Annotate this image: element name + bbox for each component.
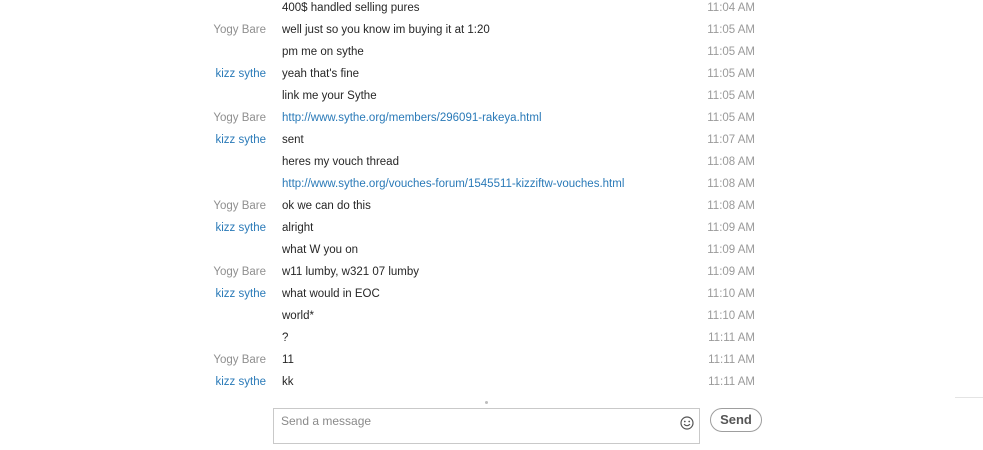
message-text: sent: [282, 134, 304, 146]
message-timestamp: 11:05 AM: [707, 112, 755, 124]
message-link[interactable]: http://www.sythe.org/members/296091-rake…: [282, 111, 542, 125]
sender-name[interactable]: kizz sythe: [216, 375, 267, 389]
message-text: pm me on sythe: [282, 46, 364, 58]
send-button[interactable]: Send: [710, 408, 762, 432]
sender-name[interactable]: Yogy Bare: [213, 23, 266, 37]
message-row: http://www.sythe.org/vouches-forum/15455…: [0, 177, 983, 199]
message-timestamp: 11:08 AM: [707, 156, 755, 168]
message-text: link me your Sythe: [282, 90, 377, 102]
sender-name[interactable]: Yogy Bare: [213, 353, 266, 367]
message-text: heres my vouch thread: [282, 156, 399, 168]
message-timestamp: 11:11 AM: [708, 332, 755, 344]
message-row: link me your Sythe 11:05 AM: [0, 89, 983, 111]
message-timestamp: 11:11 AM: [708, 376, 755, 388]
message-row: kizz sythe alright 11:09 AM: [0, 221, 983, 243]
message-timestamp: 11:08 AM: [707, 178, 755, 190]
message-text: what W you on: [282, 244, 359, 256]
message-timestamp: 11:05 AM: [707, 46, 755, 58]
message-timestamp: 11:10 AM: [707, 288, 755, 300]
message-timestamp: 11:05 AM: [707, 68, 755, 80]
message-timestamp: 11:11 AM: [708, 354, 755, 366]
message-input[interactable]: [281, 412, 661, 430]
message-text: well just so you know im buying it at 1:…: [282, 24, 490, 36]
sender-name[interactable]: Yogy Bare: [213, 265, 266, 279]
divider-line: [955, 397, 983, 398]
chat-history[interactable]: 400$ handled selling pures 11:04 AM Yogy B…: [0, 0, 983, 392]
message-row: Yogy Bare ok we can do this 11:08 AM: [0, 199, 983, 221]
message-link[interactable]: http://www.sythe.org/vouches-forum/15455…: [282, 177, 624, 191]
message-row: kizz sythe kk 11:11 AM: [0, 375, 983, 392]
message-text: ?: [282, 332, 289, 344]
message-row: 400$ handled selling pures 11:04 AM: [0, 1, 983, 23]
message-timestamp: 11:05 AM: [707, 90, 755, 102]
message-row: ? 11:11 AM: [0, 331, 983, 353]
message-timestamp: 11:08 AM: [707, 200, 755, 212]
message-row: Yogy Bare well just so you know im buying…: [0, 23, 983, 45]
sender-name[interactable]: kizz sythe: [216, 221, 267, 235]
message-timestamp: 11:07 AM: [707, 134, 755, 146]
smiley-icon[interactable]: [680, 416, 694, 430]
sender-name[interactable]: kizz sythe: [216, 67, 267, 81]
message-timestamp: 11:10 AM: [707, 310, 755, 322]
sender-name[interactable]: Yogy Bare: [213, 199, 266, 213]
message-timestamp: 11:05 AM: [707, 24, 755, 36]
message-timestamp: 11:09 AM: [707, 266, 755, 278]
message-timestamp: 11:09 AM: [707, 244, 755, 256]
message-row: world* 11:10 AM: [0, 309, 983, 331]
message-row: kizz sythe sent 11:07 AM: [0, 133, 983, 155]
message-row: what W you on 11:09 AM: [0, 243, 983, 265]
message-row: Yogy Bare w11 lumby, w321 07 lumby 11:09 A…: [0, 265, 983, 287]
message-text: w11 lumby, w321 07 lumby: [282, 266, 420, 278]
message-text: alright: [282, 222, 314, 234]
message-composer: [273, 408, 700, 444]
message-text: what would in EOC: [282, 288, 380, 300]
message-text: kk: [282, 376, 294, 388]
splitter-handle[interactable]: [485, 401, 488, 404]
message-text: ok we can do this: [282, 200, 371, 212]
message-text: 400$ handled selling pures: [282, 2, 420, 14]
message-timestamp: 11:09 AM: [707, 222, 755, 234]
message-timestamp: 11:04 AM: [707, 2, 755, 14]
sender-name[interactable]: kizz sythe: [216, 287, 267, 301]
message-row: heres my vouch thread 11:08 AM: [0, 155, 983, 177]
message-text: 11: [282, 354, 294, 366]
message-row: kizz sythe what would in EOC 11:10 AM: [0, 287, 983, 309]
message-text: yeah that's fine: [282, 68, 359, 80]
message-row: kizz sythe yeah that's fine 11:05 AM: [0, 67, 983, 89]
message-row: pm me on sythe 11:05 AM: [0, 45, 983, 67]
sender-name[interactable]: Yogy Bare: [213, 111, 266, 125]
message-row: Yogy Bare 11 11:11 AM: [0, 353, 983, 375]
message-text: world*: [282, 310, 314, 322]
message-row: Yogy Bare http://www.sythe.org/members/29…: [0, 111, 983, 133]
sender-name[interactable]: kizz sythe: [216, 133, 267, 147]
